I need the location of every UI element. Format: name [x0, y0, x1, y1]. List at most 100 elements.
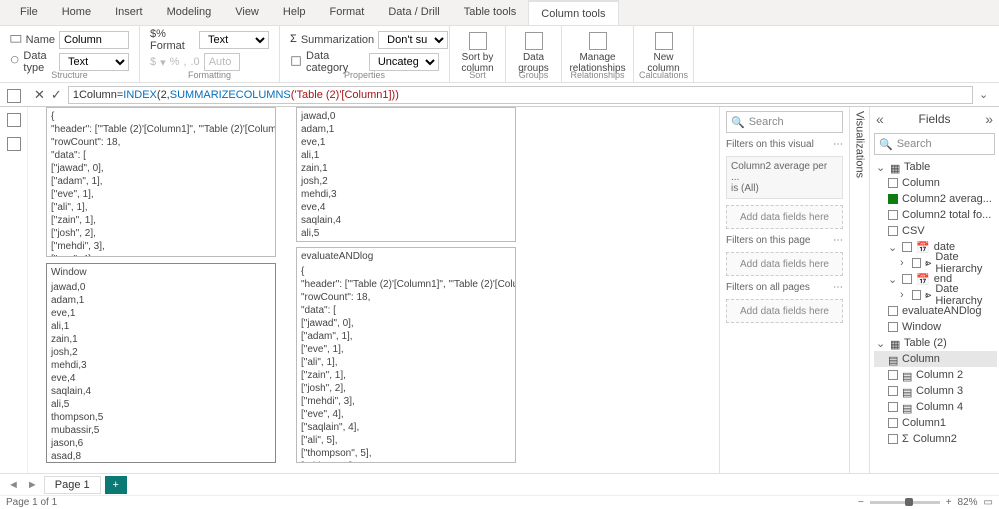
menu-home[interactable]: Home — [50, 0, 103, 25]
zoom-in-button[interactable]: + — [946, 497, 952, 508]
sigma-icon: Σ — [290, 33, 297, 47]
calc-column-icon: ▤ — [902, 370, 912, 380]
field-window[interactable]: Window — [874, 319, 997, 335]
fields-tree: ⌄▦Table Column Column2 averag... Column2… — [870, 157, 999, 473]
more-icon[interactable]: ⋯ — [833, 235, 843, 246]
menu-view[interactable]: View — [223, 0, 271, 25]
group-properties: Properties — [280, 70, 449, 80]
datacategory-select[interactable]: Uncategorized — [369, 53, 439, 71]
filters-search[interactable]: 🔍 Search — [726, 111, 843, 133]
sigma-icon: Σ — [902, 433, 909, 445]
view-switcher — [0, 107, 28, 473]
more-icon[interactable]: ⋯ — [833, 282, 843, 293]
field-t2-column[interactable]: ▤Column — [874, 351, 997, 367]
next-page-icon[interactable]: ► — [25, 479, 40, 491]
menu-table-tools[interactable]: Table tools — [452, 0, 529, 25]
visualizations-pane-collapsed[interactable]: Visualizations — [849, 107, 869, 473]
filters-all-header: Filters on all pages — [726, 282, 810, 293]
field-evaluateandlog[interactable]: evaluateANDlog — [874, 303, 997, 319]
fields-search[interactable]: 🔍 Search — [874, 133, 995, 155]
calc-column-icon: ▤ — [902, 402, 912, 412]
calc-column-icon: ▤ — [888, 354, 898, 364]
format-select[interactable]: Text — [199, 31, 269, 49]
visual-window-title: Window — [51, 266, 271, 279]
name-input[interactable] — [59, 31, 129, 49]
group-sort: Sort — [450, 70, 505, 80]
datatype-icon — [10, 55, 19, 69]
field-column[interactable]: Column — [874, 175, 997, 191]
field-csv[interactable]: CSV — [874, 223, 997, 239]
visual-evaluate-log[interactable]: evaluateANDlog { "header": ["'Table (2)'… — [296, 247, 516, 463]
filters-visual-header: Filters on this visual — [726, 139, 814, 150]
field-date-hierarchy-2[interactable]: ›⩺Date Hierarchy — [874, 287, 997, 303]
search-icon: 🔍 — [731, 116, 745, 129]
menu-column-tools[interactable]: Column tools — [528, 0, 618, 25]
menu-insert[interactable]: Insert — [103, 0, 155, 25]
data-view-icon[interactable] — [7, 113, 21, 127]
ribbon: Name Data type Text Structure $% Format … — [0, 26, 999, 83]
decimals-input[interactable] — [204, 53, 240, 71]
summarization-select[interactable]: Don't summarize — [378, 31, 448, 49]
calc-column-icon: ▤ — [902, 386, 912, 396]
prev-page-icon[interactable]: ◄ — [6, 479, 21, 491]
page-tabs: ◄ ► Page 1 + — [0, 473, 999, 495]
formula-input[interactable]: 1 Column = INDEX (2, SUMMARIZECOLUMNS ('… — [68, 86, 973, 104]
percent-button[interactable]: % — [170, 56, 180, 68]
field-t2-column-3[interactable]: ▤Column 3 — [874, 383, 997, 399]
field-column2-total[interactable]: Column2 total fo... — [874, 207, 997, 223]
sort-icon — [469, 32, 487, 50]
more-icon[interactable]: ⋯ — [833, 139, 843, 150]
expand-formula-icon[interactable]: ⌄ — [979, 88, 993, 101]
datatype-select[interactable]: Text — [59, 53, 129, 71]
field-t2-column-4[interactable]: ▤Column 4 — [874, 399, 997, 415]
report-canvas[interactable]: { "header": ["'Table (2)'[Column1]", "'T… — [28, 107, 719, 473]
filters-visual-dropzone[interactable]: Add data fields here — [726, 205, 843, 229]
main: { "header": ["'Table (2)'[Column1]", "'T… — [0, 107, 999, 473]
field-date-hierarchy-1[interactable]: ›⩺Date Hierarchy — [874, 255, 997, 271]
zoom-out-button[interactable]: − — [858, 497, 864, 508]
visual-evaluate-log-title: evaluateANDlog — [301, 250, 511, 263]
menu-format[interactable]: Format — [318, 0, 377, 25]
add-page-button[interactable]: + — [105, 476, 127, 494]
filters-page-header: Filters on this page — [726, 235, 811, 246]
status-bar: Page 1 of 1 − + 82% ▭ — [0, 495, 999, 509]
search-icon: 🔍 — [879, 138, 893, 151]
page-tab-1[interactable]: Page 1 — [44, 476, 101, 494]
menubar: File Home Insert Modeling View Help Form… — [0, 0, 999, 26]
cancel-formula-icon[interactable]: ✕ — [34, 87, 45, 103]
table-node-table2[interactable]: ⌄▦Table (2) — [874, 335, 997, 351]
filters-page-dropzone[interactable]: Add data fields here — [726, 252, 843, 276]
field-column2-average[interactable]: Column2 averag... — [874, 191, 997, 207]
table-node-table[interactable]: ⌄▦Table — [874, 159, 997, 175]
decimals-label: .0 — [191, 56, 200, 68]
model-view-icon[interactable] — [7, 137, 21, 151]
report-view-icon[interactable] — [7, 89, 21, 103]
zoom-level: 82% — [958, 497, 978, 508]
menu-data-drill[interactable]: Data / Drill — [376, 0, 451, 25]
currency-button[interactable]: $ — [150, 56, 156, 68]
collapse-fields-icon[interactable]: « — [876, 111, 884, 127]
formula-row: ✕ ✓ 1 Column = INDEX (2, SUMMARIZECOLUMN… — [0, 83, 999, 107]
visual-list-3[interactable]: jawad,0 adam,1 eve,1 ali,1 zain,1 josh,2… — [296, 107, 516, 242]
menu-file[interactable]: File — [8, 0, 50, 25]
menu-modeling[interactable]: Modeling — [155, 0, 224, 25]
table-icon: ▦ — [890, 162, 900, 172]
field-t2-column1[interactable]: Column1 — [874, 415, 997, 431]
commit-formula-icon[interactable]: ✓ — [51, 87, 62, 103]
group-calculations: Calculations — [634, 70, 693, 80]
visual-json-1[interactable]: { "header": ["'Table (2)'[Column1]", "'T… — [46, 107, 276, 257]
filter-card[interactable]: Column2 average per ... is (All) — [726, 156, 843, 199]
visual-window[interactable]: Window jawad,0 adam,1 eve,1 ali,1 zain,1… — [46, 263, 276, 463]
visualizations-label: Visualizations — [854, 111, 866, 178]
zoom-slider[interactable] — [870, 501, 940, 504]
filters-all-dropzone[interactable]: Add data fields here — [726, 299, 843, 323]
menu-help[interactable]: Help — [271, 0, 318, 25]
comma-button[interactable]: , — [183, 56, 186, 68]
fit-page-icon[interactable]: ▭ — [984, 497, 993, 508]
filters-pane: 🔍 Search Filters on this visual ⋯ Column2… — [719, 107, 849, 473]
expand-fields-icon[interactable]: » — [985, 111, 993, 127]
summarization-label: Summarization — [301, 34, 374, 46]
field-t2-column-2[interactable]: ▤Column 2 — [874, 367, 997, 383]
field-t2-column2[interactable]: ΣColumn2 — [874, 431, 997, 447]
name-icon — [10, 33, 22, 47]
